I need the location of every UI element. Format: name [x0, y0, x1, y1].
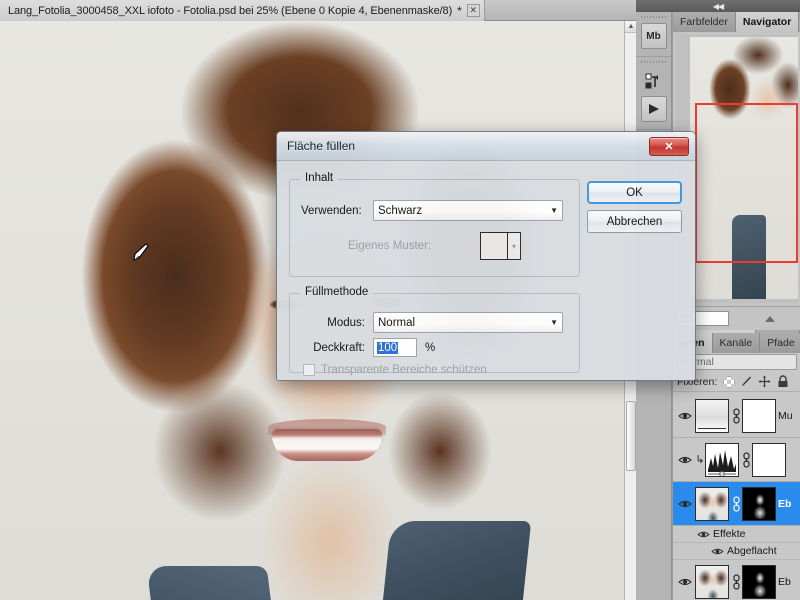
- layer-visibility-icon[interactable]: [675, 455, 695, 465]
- effect-visibility-icon[interactable]: [707, 547, 727, 556]
- opacity-input[interactable]: 100: [373, 338, 417, 357]
- layer-visibility-icon[interactable]: [675, 577, 695, 587]
- pattern-chevron-down-icon: ▾: [507, 233, 520, 259]
- table-row[interactable]: Mu: [673, 394, 800, 438]
- chevron-down-icon: ▼: [550, 318, 558, 327]
- navigator-view-rectangle[interactable]: [695, 103, 798, 263]
- layer-mask-thumbnail[interactable]: [742, 486, 776, 521]
- rail-group-bridge: Mb: [636, 12, 671, 57]
- history-icon[interactable]: [641, 68, 667, 94]
- rail-grip-2[interactable]: [641, 60, 666, 65]
- layer-thumbnail[interactable]: [695, 564, 729, 599]
- navigator-zoom-slider-thumb[interactable]: [765, 315, 775, 322]
- photo-mouth: [272, 429, 382, 461]
- opacity-unit: %: [425, 341, 436, 354]
- dialog-title-bar[interactable]: Fläche füllen ✕: [277, 132, 695, 161]
- navigator-tabstrip: Farbfelder Navigator: [673, 12, 800, 32]
- eyedropper-cursor-icon: [133, 243, 149, 261]
- table-row[interactable]: Eb: [673, 482, 800, 526]
- photo-dress-right: [380, 521, 532, 600]
- layer-list[interactable]: Mu ↳ Eb Effekte Abgeflacht Eb: [673, 394, 800, 600]
- rail-group-history-actions: [636, 57, 671, 130]
- layer-mask-thumbnail[interactable]: [742, 564, 776, 599]
- table-row[interactable]: ↳: [673, 438, 800, 482]
- scrollbar-thumb[interactable]: [626, 401, 636, 471]
- dialog-body: Inhalt Verwenden: Schwarz ▼ Eigenes Must…: [277, 161, 695, 381]
- effects-label: Effekte: [713, 528, 746, 540]
- layer-link-icon[interactable]: [731, 495, 742, 512]
- ok-button[interactable]: OK: [587, 181, 682, 204]
- list-item[interactable]: Abgeflacht: [673, 543, 800, 560]
- layer-name: Eb: [778, 575, 791, 588]
- table-row[interactable]: Eb: [673, 560, 800, 600]
- layer-name: Eb: [778, 497, 792, 510]
- photoshop-window: Lang_Fotolia_3000458_XXL iofoto - Fotoli…: [0, 0, 800, 600]
- effect-label: Abgeflacht: [727, 545, 777, 557]
- blending-group-legend: Füllmethode: [300, 286, 374, 298]
- tab-kanaele[interactable]: Kanäle: [712, 333, 761, 353]
- layer-visibility-icon[interactable]: [675, 411, 695, 421]
- opacity-label: Deckkraft:: [313, 341, 365, 354]
- pattern-label: Eigenes Muster:: [348, 240, 432, 252]
- layers-panel: enen Kanäle Pfade Normal Fixieren:: [672, 333, 800, 600]
- document-tab-close-icon[interactable]: ✕: [466, 4, 480, 17]
- document-tab-bar: Lang_Fotolia_3000458_XXL iofoto - Fotoli…: [0, 0, 636, 21]
- content-group: Inhalt Verwenden: Schwarz ▼ Eigenes Must…: [289, 172, 580, 277]
- mode-select-value: Normal: [378, 316, 416, 329]
- mode-select[interactable]: Normal ▼: [373, 312, 563, 333]
- dialog-title: Fläche füllen: [287, 139, 356, 153]
- layer-thumbnail[interactable]: [695, 486, 729, 521]
- opacity-value: 100: [377, 341, 399, 354]
- blending-group: Füllmethode Modus: Normal ▼ Deckkraft: 1…: [289, 286, 580, 376]
- pattern-swatch: [481, 233, 507, 259]
- layer-thumbnail[interactable]: [695, 398, 729, 433]
- dock-collapse-button[interactable]: ◀◀: [636, 0, 800, 12]
- mode-row: Modus: Normal ▼: [301, 312, 571, 333]
- chevron-down-icon: ▼: [550, 206, 558, 215]
- document-dirty-marker: *: [457, 3, 462, 18]
- clipping-mask-indicator-icon: ↳: [695, 454, 705, 466]
- photo-dress-left: [146, 566, 274, 600]
- lock-image-icon[interactable]: [740, 375, 753, 388]
- layer-link-icon[interactable]: [741, 451, 752, 468]
- effects-visibility-icon[interactable]: [693, 530, 713, 539]
- layer-link-icon[interactable]: [731, 407, 742, 424]
- lock-all-icon[interactable]: [776, 375, 789, 388]
- mode-label: Modus:: [327, 316, 365, 329]
- preserve-transparency-checkbox[interactable]: [303, 364, 315, 376]
- lock-position-icon[interactable]: [758, 375, 771, 388]
- layer-mask-thumbnail[interactable]: [742, 398, 776, 433]
- opacity-row: Deckkraft: 100 %: [301, 338, 435, 357]
- mini-bridge-icon[interactable]: Mb: [640, 23, 667, 49]
- layer-thumbnail[interactable]: [705, 442, 739, 477]
- layer-visibility-icon[interactable]: [675, 499, 695, 509]
- mini-bridge-glyph: Mb: [646, 30, 661, 42]
- document-tab[interactable]: Lang_Fotolia_3000458_XXL iofoto - Fotoli…: [0, 0, 485, 21]
- tab-pfade[interactable]: Pfade: [760, 333, 800, 353]
- list-item[interactable]: Effekte: [673, 526, 800, 543]
- tab-farbfelder[interactable]: Farbfelder: [673, 12, 736, 32]
- layer-link-icon[interactable]: [731, 573, 742, 590]
- fill-dialog[interactable]: Fläche füllen ✕ Inhalt Verwenden: Schwar…: [276, 131, 696, 381]
- close-icon[interactable]: ✕: [649, 136, 689, 156]
- navigator-zoom-slider[interactable]: [733, 312, 797, 326]
- rail-grip[interactable]: [641, 15, 666, 20]
- content-group-legend: Inhalt: [300, 172, 339, 184]
- preserve-transparency-row[interactable]: Transparente Bereiche schützen: [303, 364, 487, 376]
- use-select[interactable]: Schwarz ▼: [373, 200, 563, 221]
- actions-play-icon[interactable]: [640, 96, 667, 122]
- tab-navigator[interactable]: Navigator: [735, 12, 800, 32]
- use-label: Verwenden:: [301, 204, 362, 217]
- cancel-button[interactable]: Abbrechen: [587, 210, 682, 233]
- use-select-value: Schwarz: [378, 204, 423, 217]
- layer-name: Mu: [778, 409, 793, 422]
- use-row: Verwenden: Schwarz ▼: [301, 200, 571, 221]
- custom-pattern-picker: ▾: [480, 232, 521, 260]
- layer-mask-thumbnail[interactable]: [752, 442, 786, 477]
- lock-transparency-icon[interactable]: [722, 375, 735, 388]
- document-tab-title: Lang_Fotolia_3000458_XXL iofoto - Fotoli…: [8, 4, 453, 17]
- pattern-row: Eigenes Muster: ▾: [348, 232, 573, 260]
- preserve-transparency-label: Transparente Bereiche schützen: [321, 364, 487, 376]
